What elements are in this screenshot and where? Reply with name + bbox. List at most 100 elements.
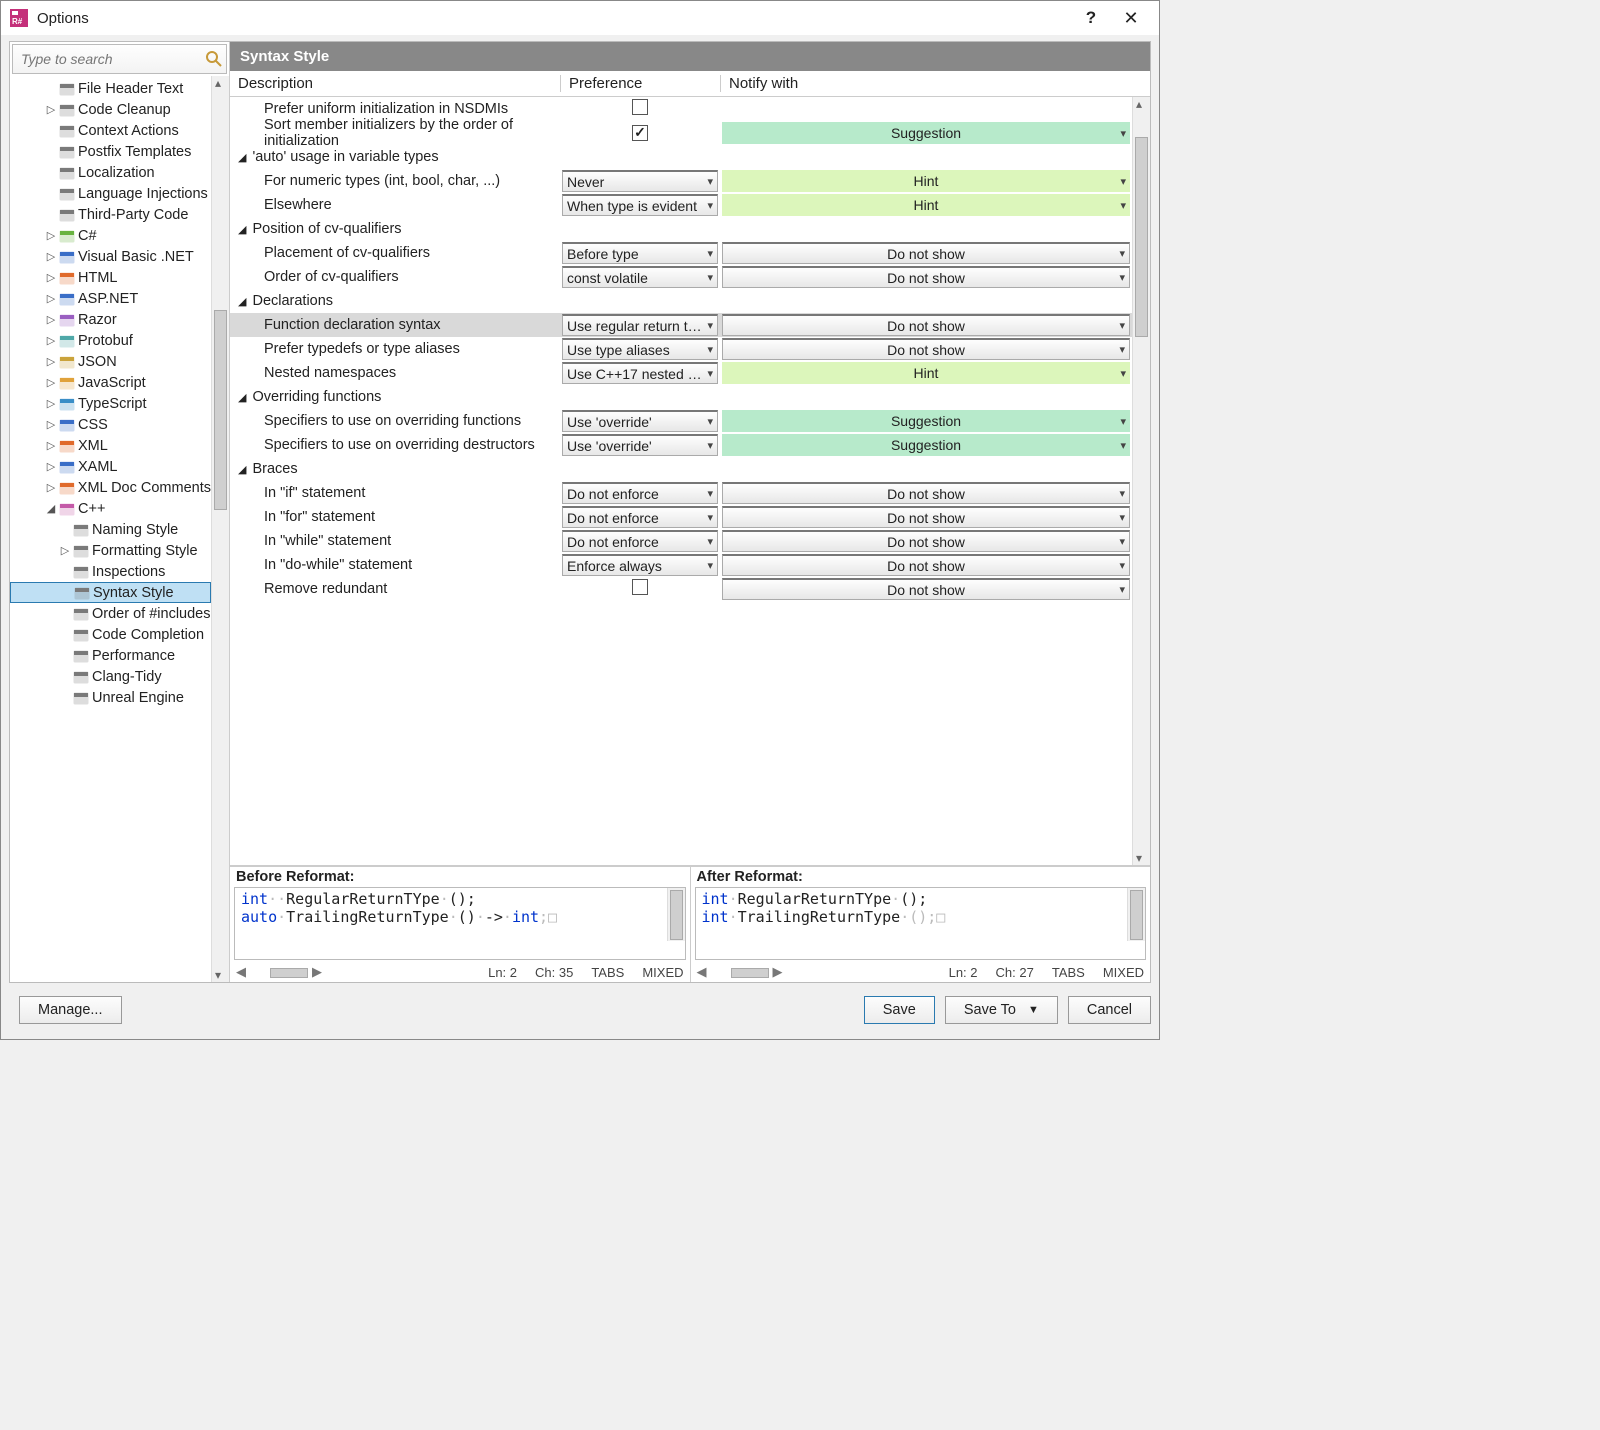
- save-to-button[interactable]: Save To▼: [945, 996, 1058, 1024]
- tree-arrow-icon[interactable]: ▷: [44, 292, 58, 305]
- preference-dropdown[interactable]: When type is evident▾: [562, 194, 718, 216]
- tree-item-javascript[interactable]: ▷JavaScript: [10, 372, 211, 393]
- close-button[interactable]: ✕: [1111, 8, 1151, 29]
- help-button[interactable]: ?: [1071, 8, 1111, 28]
- tree-arrow-icon[interactable]: ◢: [44, 502, 58, 515]
- notify-dropdown[interactable]: Hint▾: [722, 170, 1130, 192]
- tree-item-code-completion[interactable]: ▷Code Completion: [10, 624, 211, 645]
- tree-item-c-[interactable]: ◢C++: [10, 498, 211, 519]
- tree-arrow-icon[interactable]: ▷: [44, 103, 58, 116]
- preference-dropdown[interactable]: Enforce always▾: [562, 554, 718, 576]
- nav-track[interactable]: [731, 968, 769, 978]
- tree-arrow-icon[interactable]: ▷: [44, 208, 58, 221]
- search-box[interactable]: [12, 44, 227, 74]
- tree-item-css[interactable]: ▷CSS: [10, 414, 211, 435]
- scrollbar-thumb[interactable]: [1135, 137, 1148, 337]
- tree-arrow-icon[interactable]: ▷: [44, 124, 58, 137]
- group-row[interactable]: Braces: [230, 457, 1132, 481]
- tree-item-order-of-includes[interactable]: ▷Order of #includes: [10, 603, 211, 624]
- notify-dropdown[interactable]: Do not show▾: [722, 530, 1130, 552]
- notify-dropdown[interactable]: Hint▾: [722, 194, 1130, 216]
- tree-arrow-icon[interactable]: ▷: [44, 145, 58, 158]
- notify-dropdown[interactable]: Do not show▾: [722, 314, 1130, 336]
- nav-track[interactable]: [270, 968, 308, 978]
- search-input[interactable]: [19, 50, 205, 68]
- tree-arrow-icon[interactable]: ▷: [58, 544, 72, 557]
- tree-item-protobuf[interactable]: ▷Protobuf: [10, 330, 211, 351]
- notify-dropdown[interactable]: Do not show▾: [722, 338, 1130, 360]
- preference-dropdown[interactable]: Use regular return types▾: [562, 314, 718, 336]
- grid-scrollbar[interactable]: [1132, 97, 1150, 865]
- preference-dropdown[interactable]: const volatile▾: [562, 266, 718, 288]
- tree-item-clang-tidy[interactable]: ▷Clang-Tidy: [10, 666, 211, 687]
- notify-dropdown[interactable]: Suggestion▾: [722, 410, 1130, 432]
- nav-arrows[interactable]: [697, 964, 783, 980]
- preference-checkbox[interactable]: [632, 125, 648, 141]
- tree-item-third-party-code[interactable]: ▷Third-Party Code: [10, 204, 211, 225]
- tree-arrow-icon[interactable]: ▷: [44, 166, 58, 179]
- tree-arrow-icon[interactable]: ▷: [44, 439, 58, 452]
- tree-item-html[interactable]: ▷HTML: [10, 267, 211, 288]
- tree-item-performance[interactable]: ▷Performance: [10, 645, 211, 666]
- group-row[interactable]: Declarations: [230, 289, 1132, 313]
- tree-item-xml-doc-comments[interactable]: ▷XML Doc Comments: [10, 477, 211, 498]
- preference-dropdown[interactable]: Use C++17 nested name▾: [562, 362, 718, 384]
- group-row[interactable]: Overriding functions: [230, 385, 1132, 409]
- tree-arrow-icon[interactable]: ▷: [58, 649, 72, 662]
- preference-dropdown[interactable]: Use 'override'▾: [562, 410, 718, 432]
- preference-dropdown[interactable]: Do not enforce▾: [562, 482, 718, 504]
- scrollbar-thumb[interactable]: [1130, 890, 1143, 940]
- tree-arrow-icon[interactable]: ▷: [44, 334, 58, 347]
- tree-item-xml[interactable]: ▷XML: [10, 435, 211, 456]
- manage-button[interactable]: Manage...: [19, 996, 122, 1024]
- tree-item-language-injections[interactable]: ▷Language Injections: [10, 183, 211, 204]
- tree-arrow-icon[interactable]: ▷: [44, 418, 58, 431]
- tree-item-file-header-text[interactable]: ▷File Header Text: [10, 78, 211, 99]
- tree-arrow-icon[interactable]: ▷: [58, 691, 72, 704]
- preference-dropdown[interactable]: Never▾: [562, 170, 718, 192]
- tree-arrow-icon[interactable]: ▷: [44, 481, 58, 494]
- tree-arrow-icon[interactable]: ▷: [44, 355, 58, 368]
- preference-checkbox[interactable]: [632, 579, 648, 595]
- group-row[interactable]: 'auto' usage in variable types: [230, 145, 1132, 169]
- notify-dropdown[interactable]: Hint▾: [722, 362, 1130, 384]
- tree-arrow-icon[interactable]: ▷: [44, 250, 58, 263]
- tree-item-inspections[interactable]: ▷Inspections: [10, 561, 211, 582]
- tree-arrow-icon[interactable]: ▷: [44, 271, 58, 284]
- tree-arrow-icon[interactable]: ▷: [44, 187, 58, 200]
- cancel-button[interactable]: Cancel: [1068, 996, 1151, 1024]
- tree-arrow-icon[interactable]: ▷: [44, 397, 58, 410]
- tree-arrow-icon[interactable]: ▷: [44, 229, 58, 242]
- notify-dropdown[interactable]: Do not show▾: [722, 482, 1130, 504]
- code-scrollbar[interactable]: [667, 888, 685, 941]
- tree-item-syntax-style[interactable]: ▷Syntax Style: [10, 582, 211, 603]
- preference-dropdown[interactable]: Do not enforce▾: [562, 530, 718, 552]
- tree-item-c-[interactable]: ▷C#: [10, 225, 211, 246]
- tree-item-typescript[interactable]: ▷TypeScript: [10, 393, 211, 414]
- code-scrollbar[interactable]: [1127, 888, 1145, 941]
- tree-item-xaml[interactable]: ▷XAML: [10, 456, 211, 477]
- tree-arrow-icon[interactable]: ▷: [58, 670, 72, 683]
- notify-dropdown[interactable]: Do not show▾: [722, 578, 1130, 600]
- tree-item-unreal-engine[interactable]: ▷Unreal Engine: [10, 687, 211, 708]
- tree-item-postfix-templates[interactable]: ▷Postfix Templates: [10, 141, 211, 162]
- tree-arrow-icon[interactable]: ▷: [58, 628, 72, 641]
- preference-checkbox[interactable]: [632, 99, 648, 115]
- tree-item-localization[interactable]: ▷Localization: [10, 162, 211, 183]
- tree-arrow-icon[interactable]: ▷: [59, 586, 73, 599]
- tree-arrow-icon[interactable]: ▷: [58, 565, 72, 578]
- notify-dropdown[interactable]: Do not show▾: [722, 506, 1130, 528]
- scrollbar-thumb[interactable]: [670, 890, 683, 940]
- tree-arrow-icon[interactable]: ▷: [44, 376, 58, 389]
- scrollbar-thumb[interactable]: [214, 310, 227, 510]
- tree-item-naming-style[interactable]: ▷Naming Style: [10, 519, 211, 540]
- tree-item-json[interactable]: ▷JSON: [10, 351, 211, 372]
- notify-dropdown[interactable]: Do not show▾: [722, 554, 1130, 576]
- tree-item-visual-basic-net[interactable]: ▷Visual Basic .NET: [10, 246, 211, 267]
- nav-arrows[interactable]: [236, 964, 322, 980]
- tree-arrow-icon[interactable]: ▷: [44, 82, 58, 95]
- preference-dropdown[interactable]: Use type aliases▾: [562, 338, 718, 360]
- notify-dropdown[interactable]: Do not show▾: [722, 266, 1130, 288]
- tree-arrow-icon[interactable]: ▷: [58, 607, 72, 620]
- notify-dropdown[interactable]: Suggestion▾: [722, 434, 1130, 456]
